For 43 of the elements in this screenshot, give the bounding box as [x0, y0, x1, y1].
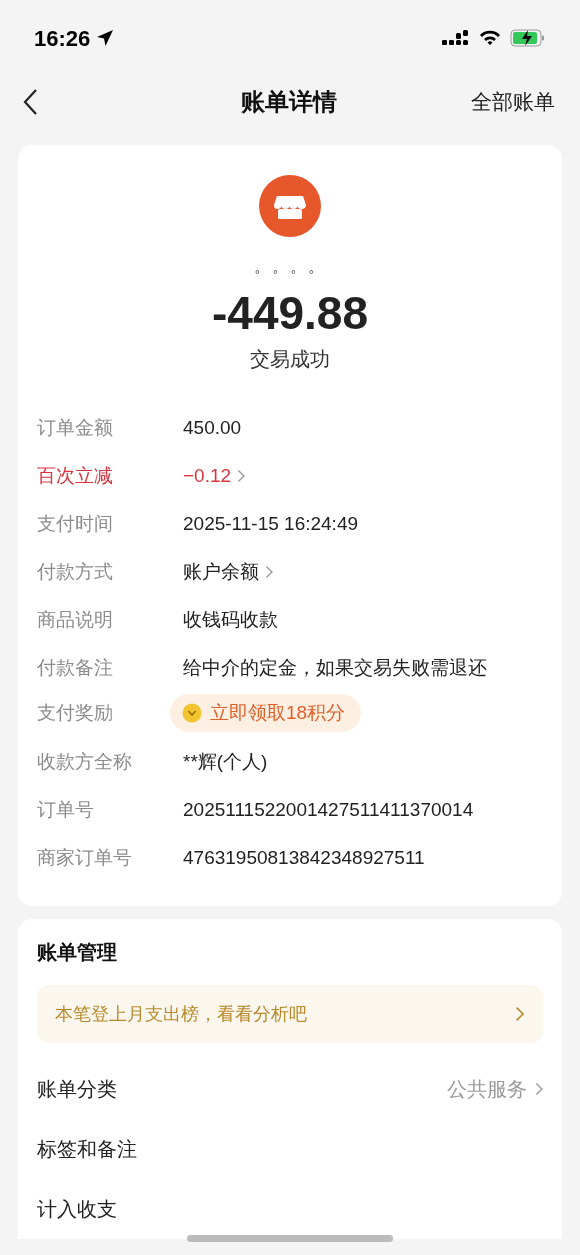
detail-label: 付款备注 [37, 655, 114, 680]
detail-label: 支付时间 [37, 511, 114, 536]
chevron-right-icon [265, 565, 274, 579]
page-title: 账单详情 [240, 87, 337, 117]
detail-label: 百次立减 [37, 463, 114, 488]
all-bills-link[interactable]: 全部账单 [471, 86, 555, 118]
row-label: 账单分类 [37, 1077, 117, 1102]
detail-label: 订单金额 [37, 415, 114, 440]
detail-value: **辉(个人) [183, 749, 268, 774]
detail-value: 给中介的定金，如果交易失败需退还 [183, 655, 487, 680]
settings-row[interactable]: 账单分类 公共服务 [37, 1059, 543, 1119]
detail-value: 2025111522001427511411370014 [183, 797, 474, 822]
amount: -449.88 [212, 286, 368, 341]
chevron-right-icon [237, 469, 246, 483]
settings-row[interactable]: 计入收支 [37, 1179, 543, 1239]
detail-label: 商家订单号 [37, 845, 133, 870]
store-icon [259, 175, 321, 237]
section-title: 账单管理 [37, 940, 118, 965]
battery-charging-icon [510, 28, 546, 48]
coin-icon [182, 703, 202, 723]
location-arrow-icon [96, 29, 115, 47]
status-time: 16:26 [34, 24, 91, 53]
merchant-name: 。。。。 [254, 261, 326, 277]
chevron-right-icon [534, 1082, 543, 1096]
row-value: 公共服务 [446, 1077, 527, 1102]
row-label: 计入收支 [37, 1197, 117, 1222]
detail-value: 47631950813842348927511 [183, 845, 425, 870]
wifi-icon [478, 29, 502, 47]
transaction-status: 交易成功 [250, 347, 330, 372]
payment-method-link[interactable]: 账户余额 [183, 557, 274, 587]
detail-label: 支付奖励 [37, 700, 114, 725]
detail-value: 2025-11-15 16:24:49 [183, 511, 359, 536]
detail-label: 收款方全称 [37, 749, 133, 774]
detail-label: 付款方式 [37, 559, 114, 584]
detail-value: 450.00 [183, 415, 242, 440]
chevron-right-icon [515, 1006, 525, 1022]
discount-link[interactable]: −0.12 [183, 461, 246, 491]
settings-row[interactable]: 标签和备注 [37, 1119, 543, 1179]
detail-label: 商品说明 [37, 607, 114, 632]
row-label: 标签和备注 [37, 1137, 137, 1162]
detail-label: 订单号 [37, 797, 95, 822]
signal-icon [442, 29, 470, 47]
detail-value: 收钱码收款 [183, 607, 278, 632]
